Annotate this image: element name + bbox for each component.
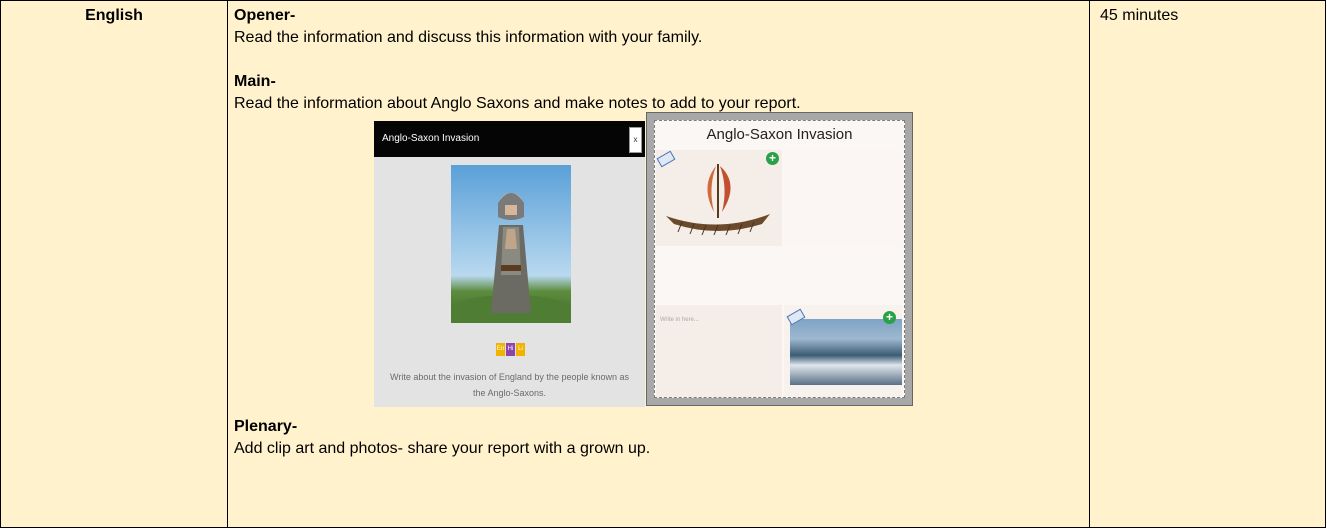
lesson-plan-table: English Opener- Read the information and… [0, 0, 1326, 528]
task-card-image: Anglo-Saxon Invasion x En Hi Li Write ab… [374, 121, 645, 407]
ocean-wave-photo [790, 319, 902, 385]
tag-en: En [496, 343, 505, 356]
anglo-saxon-warrior-image [451, 165, 571, 323]
opener-heading: Opener- [234, 7, 296, 24]
subject-label: English [85, 7, 143, 24]
write-placeholder: Write in here... [660, 317, 699, 323]
duration-label: 45 minutes [1100, 7, 1179, 24]
report-image-cell: + [656, 150, 782, 246]
subject-tags: En Hi Li [496, 343, 526, 356]
close-icon: x [629, 127, 642, 153]
plenary-text: Add clip art and photos- share your repo… [234, 440, 651, 457]
duration-cell: 45 minutes [1089, 0, 1326, 528]
tag-hi: Hi [506, 343, 515, 356]
viking-ship-icon [666, 164, 770, 236]
task-caption: Write about the invasion of England by t… [390, 372, 629, 398]
main-text: Read the information about Anglo Saxons … [234, 95, 801, 112]
subject-cell: English [0, 0, 228, 528]
warrior-figure-icon [451, 193, 571, 323]
task-card-title: Anglo-Saxon Invasion [374, 121, 645, 157]
report-text-cell [784, 150, 902, 246]
activity-cell: Opener- Read the information and discuss… [227, 0, 1090, 528]
report-template-image: Anglo-Saxon Invasion + Write in here... … [646, 112, 913, 406]
report-writing-cell: Write in here... [656, 305, 782, 397]
table-row: English Opener- Read the information and… [0, 0, 1326, 528]
main-heading: Main- [234, 73, 276, 90]
activity-images: Anglo-Saxon Invasion x En Hi Li Write ab… [234, 112, 1083, 416]
add-icon: + [883, 311, 896, 324]
tag-li: Li [516, 343, 525, 356]
opener-text: Read the information and discuss this in… [234, 29, 703, 46]
plenary-heading: Plenary- [234, 418, 298, 435]
